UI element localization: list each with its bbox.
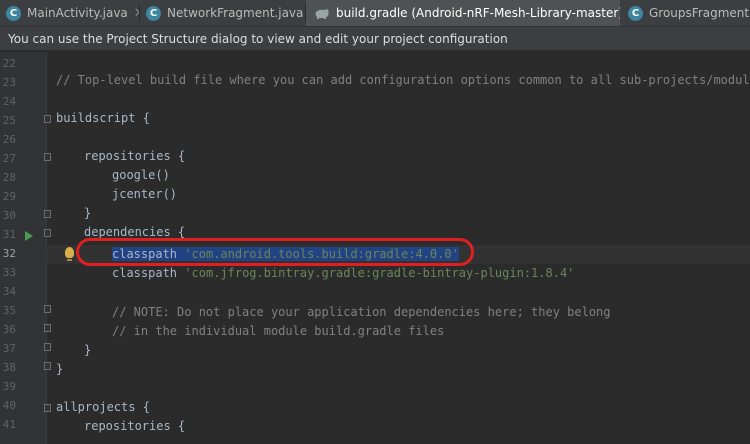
- line-number: 24: [2, 95, 16, 108]
- tab-label: build.gradle (Android-nRF-Mesh-Library-m…: [336, 6, 620, 20]
- line-number: 39: [2, 380, 16, 393]
- java-class-icon: C: [628, 5, 643, 21]
- fold-marker-icon[interactable]: [44, 343, 51, 351]
- code-line-33: classpath 'com.jfrog.bintray.gradle:grad…: [112, 264, 574, 283]
- code-line-41: repositories {: [84, 419, 186, 433]
- code-line-28: google(): [112, 168, 170, 182]
- code-line-40: allprojects {: [56, 400, 150, 414]
- line-number: 26: [2, 133, 16, 146]
- tab-label: NetworkFragment.java: [167, 6, 304, 20]
- tab-network-fragment[interactable]: C NetworkFragment.java ✕: [140, 0, 306, 26]
- code-line-38: }: [56, 362, 64, 376]
- lightbulb-icon[interactable]: [65, 247, 74, 261]
- fold-marker-icon[interactable]: [44, 404, 51, 412]
- tab-label: GroupsFragment.java: [649, 6, 750, 20]
- fold-marker-icon[interactable]: [44, 362, 51, 370]
- fold-marker-icon[interactable]: [44, 229, 51, 237]
- gradle-elephant-icon: [314, 6, 330, 20]
- editor-tab-bar: C MainActivity.java ✕ C NetworkFragment.…: [0, 0, 750, 27]
- line-number: 40: [2, 399, 16, 412]
- code-line-29: jcenter(): [112, 187, 178, 201]
- tab-main-activity[interactable]: C MainActivity.java ✕: [0, 0, 140, 26]
- line-number: 37: [2, 342, 16, 355]
- fold-marker-icon[interactable]: [44, 324, 51, 332]
- tab-label: MainActivity.java: [27, 6, 128, 20]
- line-number: 25: [2, 114, 16, 127]
- line-number: 41: [2, 418, 16, 431]
- fold-marker-icon[interactable]: [44, 210, 51, 218]
- bintray-plugin-string: 'com.jfrog.bintray.gradle:gradle-bintray…: [184, 266, 575, 280]
- line-number: 36: [2, 323, 16, 336]
- fold-marker-icon[interactable]: [44, 115, 51, 123]
- fold-marker-icon[interactable]: [44, 153, 51, 161]
- java-class-icon: C: [6, 5, 21, 21]
- code-line-25: buildscript {: [56, 111, 150, 125]
- run-icon[interactable]: [25, 231, 33, 241]
- code-line-23: // Top-level build file where you can ad…: [56, 73, 750, 87]
- line-number: 38: [2, 361, 16, 374]
- fold-marker-icon[interactable]: [44, 305, 51, 313]
- annotation-circle: [76, 238, 474, 266]
- line-number-current: 32: [2, 247, 16, 260]
- line-number: 29: [2, 190, 16, 203]
- line-number: 34: [2, 285, 16, 298]
- line-number: 30: [2, 209, 16, 222]
- code-line-27: repositories {: [84, 149, 186, 163]
- line-number: 35: [2, 304, 16, 317]
- code-line-36: // in the individual module build.gradle…: [112, 324, 445, 338]
- line-number: 23: [2, 76, 16, 89]
- editor-gutter: 22 23 24 25 26 27 28 29 30 31 32 33 34 3…: [0, 52, 46, 444]
- code-line-35: // NOTE: Do not place your application d…: [112, 305, 611, 319]
- code-line-30: }: [84, 206, 92, 220]
- banner-text: You can use the Project Structure dialog…: [8, 32, 508, 46]
- line-number: 28: [2, 171, 16, 184]
- line-number: 33: [2, 266, 16, 279]
- java-class-icon: C: [146, 5, 161, 21]
- classpath-keyword: classpath: [112, 266, 178, 280]
- project-structure-banner: You can use the Project Structure dialog…: [0, 27, 750, 51]
- tab-build-gradle[interactable]: build.gradle (Android-nRF-Mesh-Library-m…: [306, 0, 620, 26]
- line-number: 31: [2, 228, 16, 241]
- code-line-37: }: [84, 343, 92, 357]
- tab-groups-fragment[interactable]: C GroupsFragment.java: [620, 0, 750, 26]
- line-number: 22: [2, 57, 16, 70]
- line-number: 27: [2, 152, 16, 165]
